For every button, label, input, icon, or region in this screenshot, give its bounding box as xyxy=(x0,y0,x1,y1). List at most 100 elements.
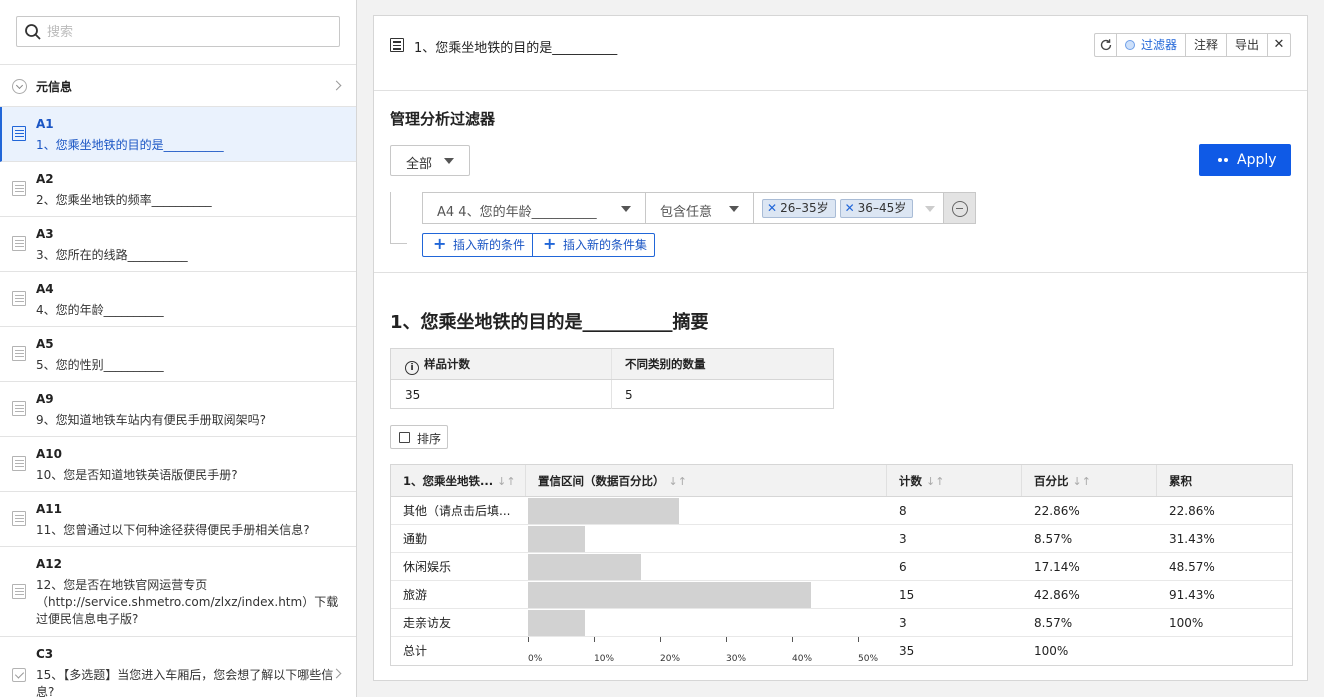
cumulative-cell: 48.57% xyxy=(1169,560,1215,574)
question-code: A10 xyxy=(36,447,62,461)
column-header[interactable]: 累积 xyxy=(1157,465,1292,496)
search-icon xyxy=(25,24,41,40)
category-label: 通勤 xyxy=(403,532,428,546)
filter-button[interactable]: 过滤器 xyxy=(1117,34,1186,56)
question-item-a11[interactable]: A11 11、您曾通过以下何种途径获得便民手册相关信息? xyxy=(0,492,356,547)
column-header[interactable]: 计数 ↓↑ xyxy=(887,465,1022,496)
axis-tick-label: 50% xyxy=(858,654,879,664)
table-row: 走亲访友 3 8.57% 100% xyxy=(391,609,1292,637)
question-text: 12、您是否在地铁官网运营专页（http://service.shmetro.c… xyxy=(36,578,339,626)
notes-button[interactable]: 注释 xyxy=(1186,34,1227,56)
question-code: A4 xyxy=(36,282,54,296)
caret-down-icon xyxy=(729,206,739,212)
total-count: 35 xyxy=(899,644,915,658)
close-button[interactable]: ✕ xyxy=(1268,34,1290,56)
question-code: A1 xyxy=(36,117,54,131)
column-header[interactable]: 百分比 ↓↑ xyxy=(1022,465,1157,496)
percent-cell: 8.57% xyxy=(1034,616,1073,630)
filter-title: 管理分析过滤器 xyxy=(390,110,496,128)
main-panel: 1、您乘坐地铁的目的是__________ 过滤器 注释 导出 ✕ 管理分析过滤… xyxy=(373,15,1308,681)
scope-value: 全部 xyxy=(406,157,433,172)
axis-tick-label: 0% xyxy=(528,654,543,664)
apply-button[interactable]: Apply xyxy=(1199,144,1291,176)
list-icon xyxy=(12,346,26,361)
caret-down-icon xyxy=(621,206,631,212)
question-text: 11、您曾通过以下何种途径获得便民手册相关信息? xyxy=(36,523,310,537)
ci-bar xyxy=(528,526,585,552)
frequency-table: 1、您乘坐地铁... ↓↑ 置信区间（数据百分比） ↓↑ 计数 ↓↑ 百分比 ↓↑ 累积… xyxy=(390,464,1293,666)
caret-down-icon xyxy=(925,206,935,212)
axis-tick xyxy=(528,637,529,642)
question-item-a2[interactable]: A2 2、您乘坐地铁的频率__________ xyxy=(0,162,356,217)
column-header[interactable]: 置信区间（数据百分比） ↓↑ xyxy=(526,465,887,496)
info-icon: i xyxy=(405,361,419,375)
panel-toolbar: 过滤器 注释 导出 ✕ xyxy=(1093,33,1291,57)
summary-stats-table: i 样品计数 不同类别的数量 35 5 xyxy=(390,348,834,409)
question-item-a1[interactable]: A1 1、您乘坐地铁的目的是__________ xyxy=(0,107,356,162)
cumulative-cell: 91.43% xyxy=(1169,588,1215,602)
table-row: 休闲娱乐 6 17.14% 48.57% xyxy=(391,553,1292,581)
percent-axis: 0% 10% 20% 30% 40% 50% xyxy=(528,637,885,665)
question-item-a3[interactable]: A3 3、您所在的线路__________ xyxy=(0,217,356,272)
ci-bar xyxy=(528,582,811,608)
search-input[interactable] xyxy=(47,21,327,43)
question-list: A1 1、您乘坐地铁的目的是__________ A2 2、您乘坐地铁的频率__… xyxy=(0,107,356,697)
remove-tag-icon[interactable]: ✕ xyxy=(845,201,855,215)
filter-condition: A4 4、您的年龄__________ 包含任意 ✕ 26–35岁 ✕ 36–45岁 xyxy=(422,192,976,224)
count-cell: 8 xyxy=(899,504,907,518)
field-dropdown[interactable]: A4 4、您的年龄__________ xyxy=(422,192,645,224)
question-item-a10[interactable]: A10 10、您是否知道地铁英语版便民手册? xyxy=(0,437,356,492)
insert-condition-button[interactable]: 插入新的条件 xyxy=(423,233,534,256)
summary-title: 1、您乘坐地铁的目的是__________摘要 xyxy=(390,312,709,333)
stat-header: i 样品计数 xyxy=(391,349,612,379)
column-header[interactable]: 1、您乘坐地铁... ↓↑ xyxy=(391,465,526,496)
insert-buttons: 插入新的条件 插入新的条件集 xyxy=(422,233,656,257)
question-text: 3、您所在的线路__________ xyxy=(36,248,188,262)
count-cell: 3 xyxy=(899,616,907,630)
axis-tick-label: 20% xyxy=(660,654,681,664)
condition-bracket xyxy=(390,192,407,244)
insert-condition-set-button[interactable]: 插入新的条件集 xyxy=(533,233,654,256)
meta-info-row[interactable]: 元信息 xyxy=(0,64,356,107)
operator-dropdown[interactable]: 包含任意 xyxy=(645,192,753,224)
value-tag[interactable]: ✕ 36–45岁 xyxy=(839,199,914,218)
axis-tick-label: 40% xyxy=(792,654,813,664)
question-item-a12[interactable]: A12 12、您是否在地铁官网运营专页（http://service.shmet… xyxy=(0,547,356,637)
question-item-a9[interactable]: A9 9、您知道地铁车站内有便民手册取阅架吗? xyxy=(0,382,356,437)
list-icon xyxy=(12,291,26,306)
export-button[interactable]: 导出 xyxy=(1227,34,1268,56)
question-code: A5 xyxy=(36,337,54,351)
axis-tick xyxy=(594,637,595,642)
refresh-icon xyxy=(1100,39,1112,51)
category-label: 走亲访友 xyxy=(403,616,452,630)
remove-tag-icon[interactable]: ✕ xyxy=(767,201,777,215)
category-label: 旅游 xyxy=(403,588,428,602)
panel-title: 1、您乘坐地铁的目的是__________ xyxy=(414,41,618,56)
percent-cell: 8.57% xyxy=(1034,532,1073,546)
chevron-right-icon xyxy=(331,80,342,91)
remove-condition-button[interactable] xyxy=(944,192,976,224)
question-text: 10、您是否知道地铁英语版便民手册? xyxy=(36,468,238,482)
list-icon xyxy=(12,584,26,599)
question-code: A2 xyxy=(36,172,54,186)
question-item-c3[interactable]: C3 15、【多选题】当您进入车厢后，您会想了解以下哪些信息? xyxy=(0,637,356,697)
axis-tick-label: 10% xyxy=(594,654,615,664)
total-label: 总计 xyxy=(403,644,428,658)
question-item-a5[interactable]: A5 5、您的性别__________ xyxy=(0,327,356,382)
question-code: A3 xyxy=(36,227,54,241)
value-multiselect[interactable]: ✕ 26–35岁 ✕ 36–45岁 xyxy=(753,192,944,224)
category-label: 休闲娱乐 xyxy=(403,560,452,574)
scope-dropdown[interactable]: 全部 xyxy=(390,145,470,176)
question-code: C3 xyxy=(36,647,54,661)
search-box xyxy=(16,16,340,47)
table-row: 其他（请点击后填... 8 22.86% 22.86% xyxy=(391,497,1292,525)
question-item-a4[interactable]: A4 4、您的年龄__________ xyxy=(0,272,356,327)
question-text: 9、您知道地铁车站内有便民手册取阅架吗? xyxy=(36,413,267,427)
percent-cell: 42.86% xyxy=(1034,588,1080,602)
chevron-circle-icon xyxy=(12,79,27,94)
sort-toggle[interactable]: 排序 xyxy=(390,425,448,449)
value-tag[interactable]: ✕ 26–35岁 xyxy=(762,199,836,218)
ci-bar xyxy=(528,610,585,636)
list-icon xyxy=(12,181,26,196)
refresh-button[interactable] xyxy=(1095,34,1117,56)
